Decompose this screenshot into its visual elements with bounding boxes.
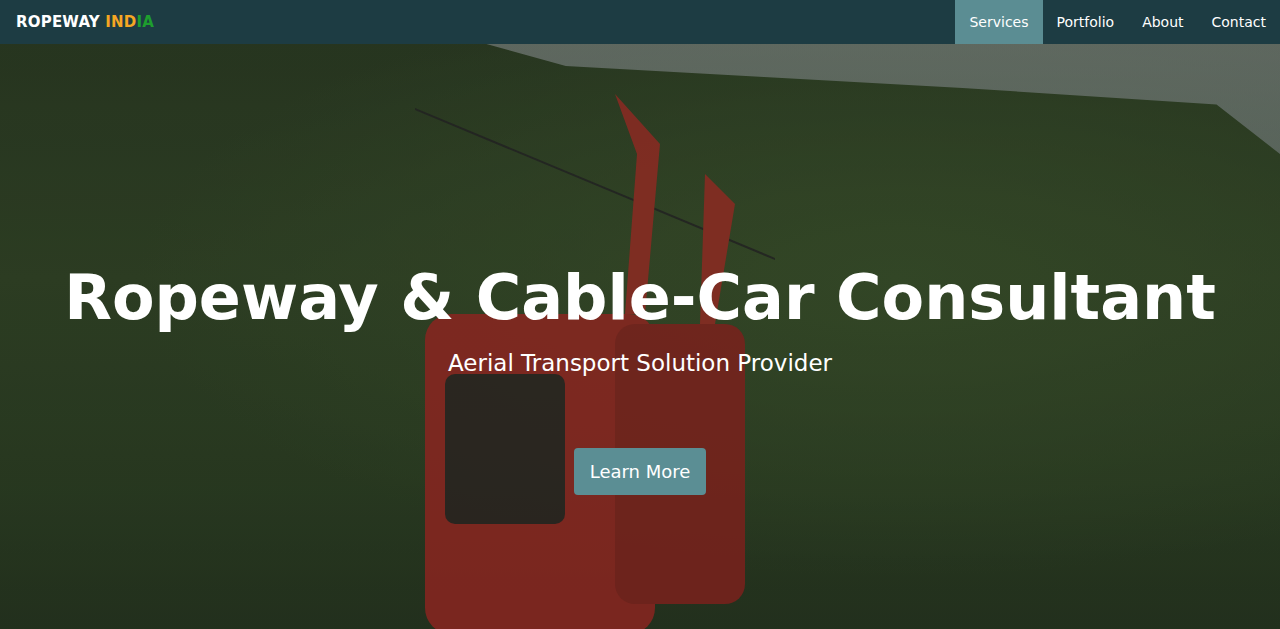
nav-link[interactable]: About [1128,0,1197,44]
hero-photo: Ropeway & Cable-Car Consultant Aerial Tr… [0,44,1280,629]
nav-menu: ServicesPortfolioAboutContact [955,0,1280,44]
hero-subtitle: Aerial Transport Solution Provider [448,348,832,378]
hero-content: Ropeway & Cable-Car Consultant Aerial Tr… [0,44,1280,495]
brand-part: ROPEWAY [16,13,105,31]
brand-part: IND [105,13,136,31]
brand-logo[interactable]: ROPEWAY INDIA [16,11,154,34]
nav-link[interactable]: Portfolio [1043,0,1129,44]
learn-more-button[interactable]: Learn More [574,448,707,495]
nav-link[interactable]: Contact [1198,0,1280,44]
nav-link[interactable]: Services [955,0,1042,44]
brand-part: IA [136,13,154,31]
hero-title: Ropeway & Cable-Car Consultant [64,259,1216,336]
navbar: ROPEWAY INDIA ServicesPortfolioAboutCont… [0,0,1280,44]
